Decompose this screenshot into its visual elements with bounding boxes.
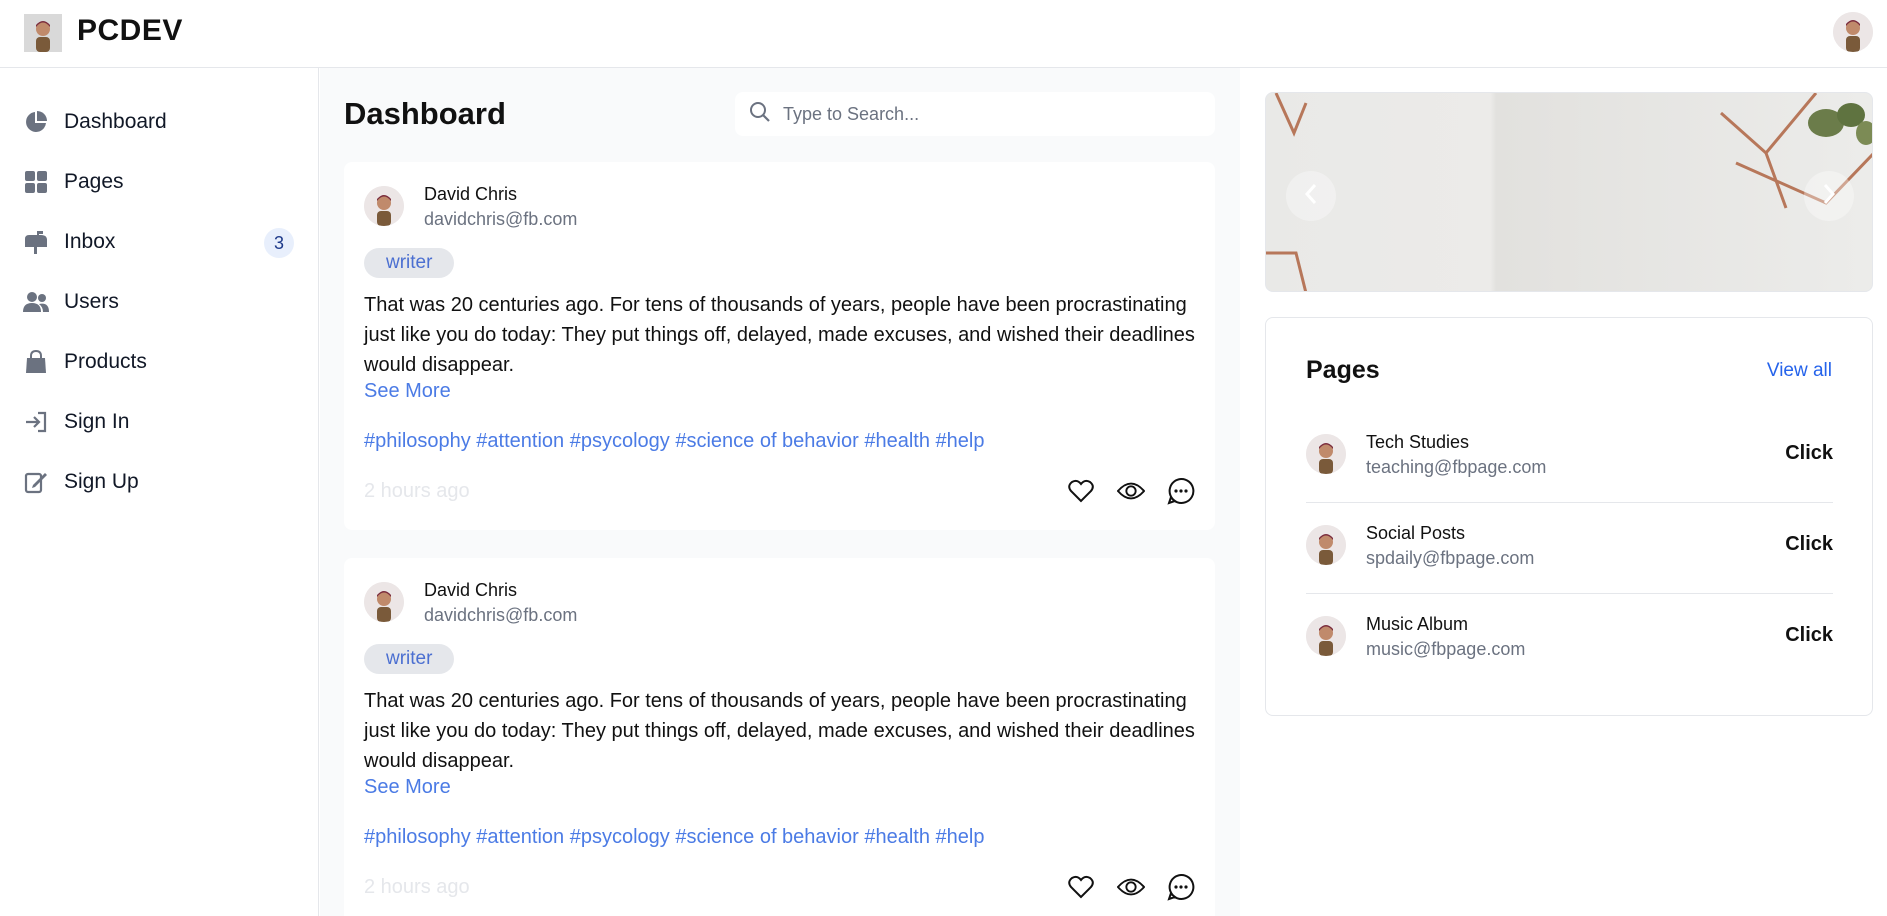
sidebar-item-sign-up[interactable]: Sign Up bbox=[22, 462, 298, 502]
see-more-link[interactable]: See More bbox=[364, 380, 451, 403]
search-icon bbox=[749, 101, 771, 128]
pages-card-title: Pages bbox=[1306, 356, 1380, 384]
post-author-email: davidchris@fb.com bbox=[424, 605, 578, 625]
pie-chart-icon bbox=[22, 108, 50, 136]
main-content: Dashboard David Chris davidchris@fb.com … bbox=[320, 68, 1240, 916]
page-name: Music Album bbox=[1366, 614, 1469, 634]
page-title: Dashboard bbox=[344, 96, 506, 131]
page-email: music@fbpage.com bbox=[1366, 639, 1526, 659]
sidebar-item-pages[interactable]: Pages bbox=[22, 162, 298, 202]
click-button[interactable]: Click bbox=[1785, 624, 1833, 647]
eye-icon[interactable] bbox=[1117, 477, 1145, 505]
comment-icon[interactable] bbox=[1167, 477, 1195, 505]
carousel-prev-button[interactable] bbox=[1286, 171, 1336, 221]
sidebar-item-users[interactable]: Users bbox=[22, 282, 298, 322]
sidebar: Dashboard Pages Inbox 3 Users Products S… bbox=[0, 68, 319, 916]
carousel-next-button[interactable] bbox=[1804, 171, 1854, 221]
list-item: Music Album music@fbpage.com Click bbox=[1306, 594, 1833, 685]
sidebar-item-inbox[interactable]: Inbox 3 bbox=[22, 222, 298, 262]
sidebar-item-label: Sign Up bbox=[64, 470, 139, 493]
comment-icon[interactable] bbox=[1167, 873, 1195, 901]
sign-up-icon bbox=[22, 468, 50, 496]
post-actions bbox=[1067, 477, 1195, 505]
list-item: Tech Studies teaching@fbpage.com Click bbox=[1306, 412, 1833, 503]
sidebar-item-label: Users bbox=[64, 290, 119, 313]
users-icon bbox=[22, 288, 50, 316]
mailbox-icon bbox=[22, 228, 50, 256]
grid-icon bbox=[22, 168, 50, 196]
post-tag[interactable]: writer bbox=[364, 248, 455, 278]
chevron-right-icon bbox=[1822, 183, 1836, 210]
view-all-link[interactable]: View all bbox=[1767, 360, 1832, 382]
heart-icon[interactable] bbox=[1067, 477, 1095, 505]
click-button[interactable]: Click bbox=[1785, 533, 1833, 556]
user-avatar[interactable] bbox=[1833, 12, 1873, 52]
top-bar: PCDEV bbox=[0, 0, 1887, 68]
post-body: That was 20 centuries ago. For tens of t… bbox=[364, 294, 1195, 376]
search-box[interactable] bbox=[735, 92, 1215, 136]
logo-avatar bbox=[24, 14, 62, 52]
post-hashtags[interactable]: #philosophy #attention #psycology #scien… bbox=[364, 430, 984, 453]
sidebar-item-sign-in[interactable]: Sign In bbox=[22, 402, 298, 442]
avatar[interactable] bbox=[364, 186, 404, 226]
see-more-link[interactable]: See More bbox=[364, 776, 451, 799]
post-card: David Chris davidchris@fb.com writer Tha… bbox=[344, 558, 1215, 916]
inbox-count-badge: 3 bbox=[264, 228, 294, 258]
post-actions bbox=[1067, 873, 1195, 901]
sign-in-icon bbox=[22, 408, 50, 436]
sidebar-item-dashboard[interactable]: Dashboard bbox=[22, 102, 298, 142]
page-name: Tech Studies bbox=[1366, 432, 1470, 452]
shopping-bag-icon bbox=[22, 348, 50, 376]
sidebar-item-label: Sign In bbox=[64, 410, 130, 433]
sidebar-item-label: Pages bbox=[64, 170, 124, 193]
brand-title[interactable]: PCDEV bbox=[77, 14, 183, 48]
eye-icon[interactable] bbox=[1117, 873, 1145, 901]
sidebar-item-label: Products bbox=[64, 350, 147, 373]
image-carousel bbox=[1265, 92, 1873, 292]
carousel-image bbox=[1266, 93, 1872, 291]
avatar[interactable] bbox=[1306, 434, 1346, 474]
sidebar-item-label: Inbox bbox=[64, 230, 116, 253]
avatar[interactable] bbox=[1306, 525, 1346, 565]
page-name: Social Posts bbox=[1366, 523, 1466, 543]
list-item: Social Posts spdaily@fbpage.com Click bbox=[1306, 503, 1833, 594]
post-author-email: davidchris@fb.com bbox=[424, 209, 578, 229]
pages-card: Pages View all Tech Studies teaching@fbp… bbox=[1265, 317, 1873, 716]
post-author-name[interactable]: David Chris bbox=[424, 184, 517, 205]
post-timestamp: 2 hours ago bbox=[364, 480, 470, 502]
sidebar-item-label: Dashboard bbox=[64, 110, 167, 133]
heart-icon[interactable] bbox=[1067, 873, 1095, 901]
post-hashtags[interactable]: #philosophy #attention #psycology #scien… bbox=[364, 826, 984, 849]
avatar[interactable] bbox=[1306, 616, 1346, 656]
post-author-name[interactable]: David Chris bbox=[424, 580, 517, 601]
page-email: teaching@fbpage.com bbox=[1366, 457, 1547, 477]
post-timestamp: 2 hours ago bbox=[364, 876, 470, 898]
search-input[interactable] bbox=[783, 103, 1203, 125]
page-email: spdaily@fbpage.com bbox=[1366, 548, 1535, 568]
chevron-left-icon bbox=[1304, 183, 1318, 210]
post-card: David Chris davidchris@fb.com writer Tha… bbox=[344, 162, 1215, 530]
avatar[interactable] bbox=[364, 582, 404, 622]
post-tag[interactable]: writer bbox=[364, 644, 455, 674]
click-button[interactable]: Click bbox=[1785, 442, 1833, 465]
post-body: That was 20 centuries ago. For tens of t… bbox=[364, 690, 1195, 772]
sidebar-item-products[interactable]: Products bbox=[22, 342, 298, 382]
